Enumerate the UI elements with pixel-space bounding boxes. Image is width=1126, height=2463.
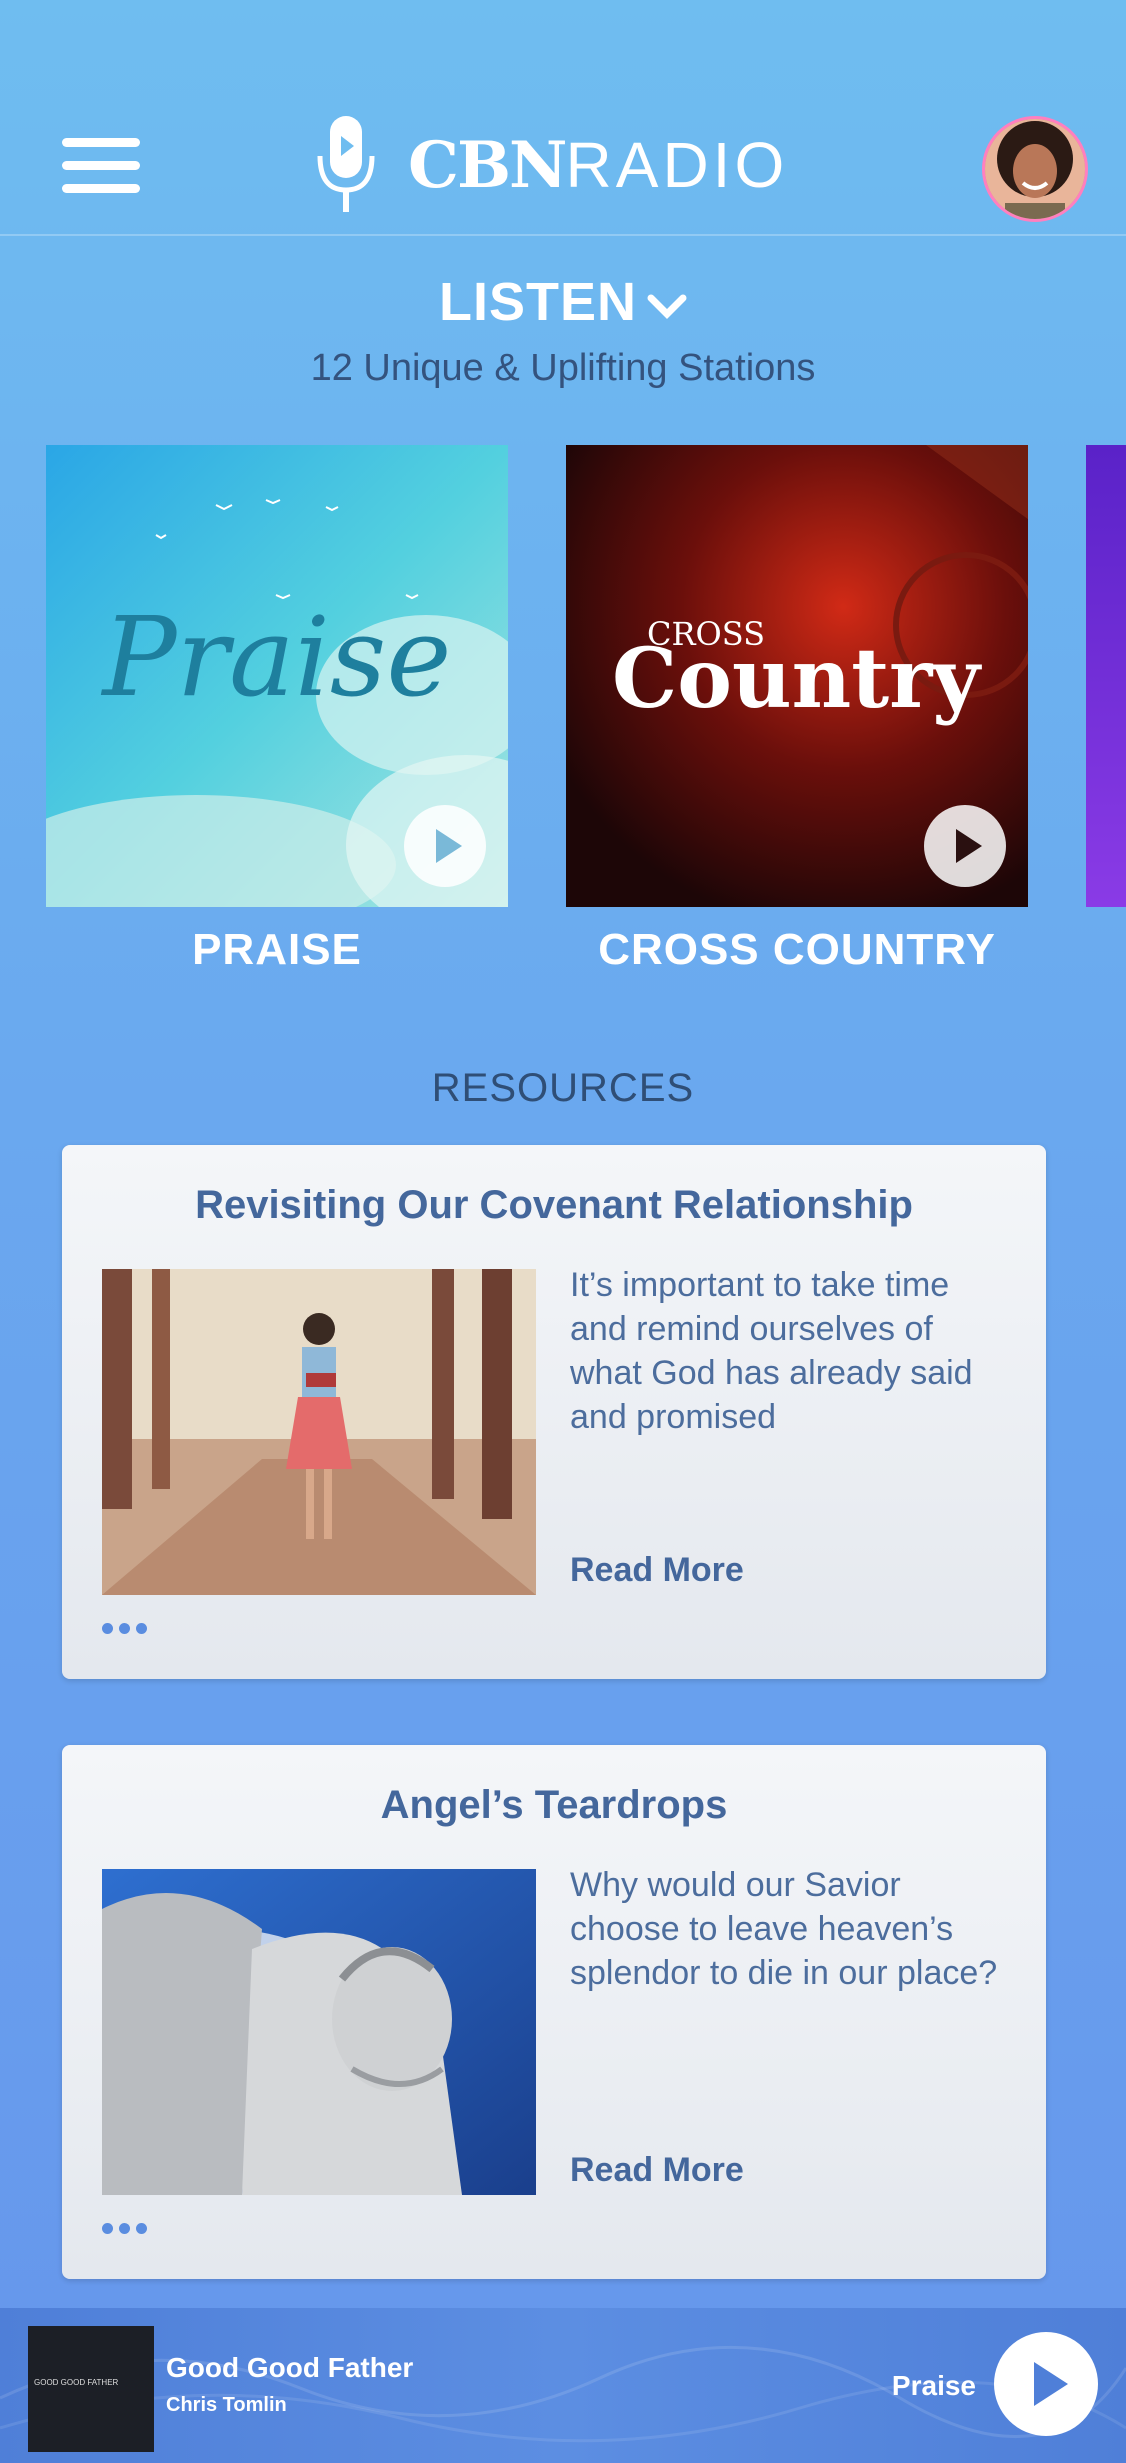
avatar-portrait-image xyxy=(985,119,1085,219)
play-icon xyxy=(1034,2362,1068,2406)
resource-card-title: Revisiting Our Covenant Relationship xyxy=(195,1183,913,1227)
more-options-icon[interactable] xyxy=(102,1621,162,1641)
read-more-link[interactable]: Read More xyxy=(570,2145,744,2195)
more-options-icon[interactable] xyxy=(102,2221,162,2241)
now-playing-bar[interactable]: GOOD GOOD FATHER Good Good Father Chris … xyxy=(0,2308,1126,2463)
resource-card-description: Why would our Savior choose to leave hea… xyxy=(570,1866,998,1992)
chevron-down-icon xyxy=(647,294,687,319)
stations-subtitle: 12 Unique & Uplifting Stations xyxy=(310,347,816,389)
play-icon xyxy=(956,829,982,863)
resource-card-title: Angel’s Teardrops xyxy=(380,1783,728,1827)
station-card-praise[interactable]: Praise xyxy=(46,445,508,907)
resource-card[interactable]: Revisiting Our Covenant Relationship It’… xyxy=(62,1145,1046,1679)
listen-title: LISTEN xyxy=(438,272,637,332)
woman-reading-bible-image xyxy=(102,1269,536,1595)
user-avatar[interactable] xyxy=(982,116,1088,222)
resources-heading: RESOURCES xyxy=(431,1066,695,1110)
station-label-praise: PRAISE xyxy=(192,925,362,974)
artist-name: Chris Tomlin xyxy=(166,2394,287,2416)
player-play-button[interactable] xyxy=(994,2332,1098,2436)
country-art-text: Country xyxy=(612,631,982,727)
praise-play-button[interactable] xyxy=(404,805,486,887)
listen-dropdown[interactable]: LISTEN xyxy=(0,270,1126,334)
album-art: GOOD GOOD FATHER xyxy=(28,2326,154,2452)
resource-card-description: It’s important to take time and remind o… xyxy=(570,1266,973,1436)
app-header: CBNRADIO xyxy=(0,0,1126,236)
resource-card[interactable]: Angel’s Teardrops Why would our Savior c… xyxy=(62,1745,1046,2279)
angel-statue-image xyxy=(102,1869,536,2195)
cross-country-play-button[interactable] xyxy=(924,805,1006,887)
station-card-next-partial[interactable] xyxy=(1086,445,1126,907)
current-station-label: Praise xyxy=(891,2370,976,2401)
logo-wordmark: CBNRADIO xyxy=(408,128,789,203)
station-card-cross-country[interactable]: CROSS Country xyxy=(566,445,1028,907)
hamburger-menu-icon[interactable] xyxy=(62,134,142,196)
microphone-icon xyxy=(317,116,375,212)
cbn-radio-logo: CBNRADIO xyxy=(316,116,816,212)
next-station-artwork xyxy=(1086,445,1126,907)
song-title: Good Good Father xyxy=(166,2352,414,2383)
station-label-cross-country: CROSS COUNTRY xyxy=(598,925,996,974)
read-more-link[interactable]: Read More xyxy=(570,1545,744,1595)
praise-art-text: Praise xyxy=(101,593,452,721)
play-icon xyxy=(436,829,462,863)
